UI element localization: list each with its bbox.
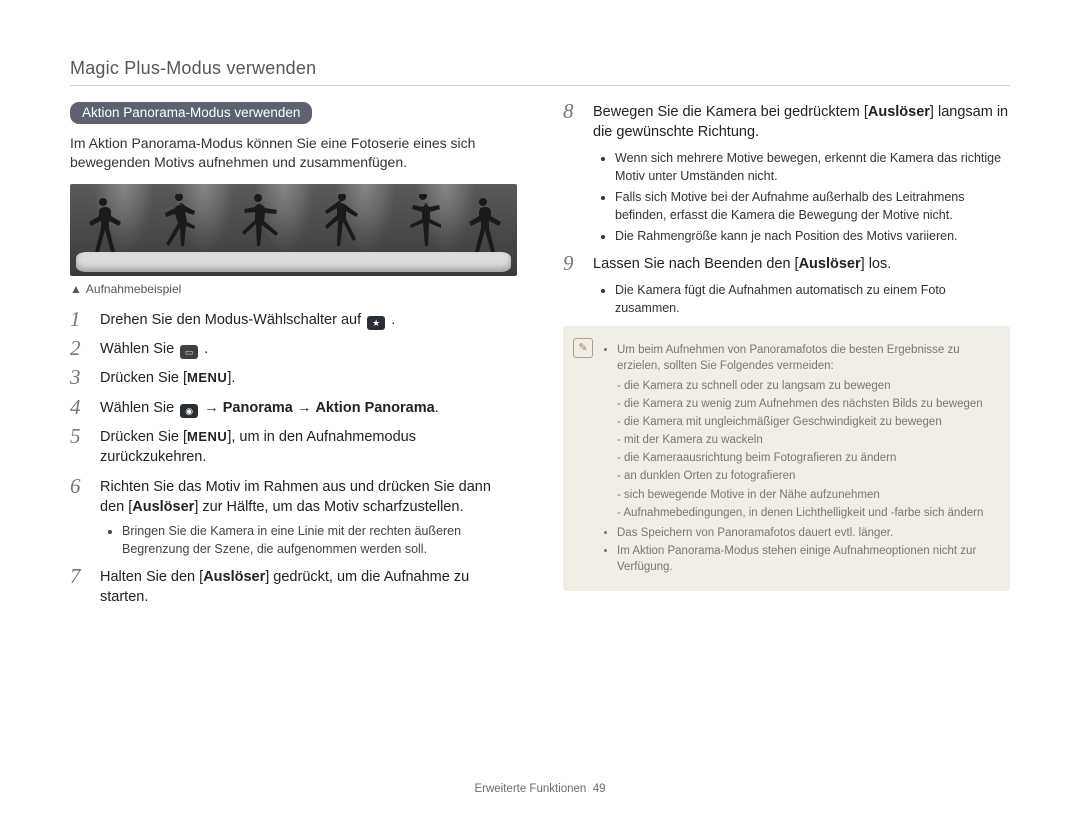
note-dash-item: an dunklen Orten zu fotografieren [617,468,996,484]
dancer-silhouette-icon [463,194,503,256]
note-icon: ✎ [573,338,593,358]
step-6-bullets: Bringen Sie die Kamera in eine Linie mit… [122,523,517,558]
note-lead: Um beim Aufnehmen von Panoramafotos die … [617,342,996,374]
step-8: Bewegen Sie die Kamera bei gedrücktem [A… [563,102,1010,245]
note-dash-item: die Kamera mit ungleichmäßiger Geschwind… [617,414,996,430]
dancer-silhouette-icon [159,194,199,256]
panorama-mode-icon: ▭ [180,345,198,359]
step-bold: Panorama [223,400,293,416]
step-text: Drehen Sie den Modus-Wählschalter auf [100,312,365,328]
step-6: Richten Sie das Motiv im Rahmen aus und … [70,477,517,559]
dancer-silhouette-icon [83,194,123,256]
caption-text: Aufnahmebeispiel [86,282,181,296]
manual-page: Magic Plus-Modus verwenden Aktion Panora… [0,0,1080,815]
step-4: Wählen Sie ◉ → Panorama → Aktion Panoram… [70,398,517,418]
note-dash-item: die Kameraausrichtung beim Fotografieren… [617,450,996,466]
step-2: Wählen Sie ▭ . [70,339,517,359]
steps-list-left: Drehen Sie den Modus-Wählschalter auf ★ … [70,310,517,608]
bullet-item: Wenn sich mehrere Motive bewegen, erkenn… [615,149,1010,185]
illustration-caption: ▲ Aufnahmebeispiel [70,282,517,296]
step-text: Wählen Sie [100,400,178,416]
note-body: Um beim Aufnehmen von Panoramafotos die … [603,338,996,579]
intro-text: Im Aktion Panorama-Modus können Sie eine… [70,134,517,172]
mode-dial-icon: ★ [367,316,385,330]
step-text: . [204,341,208,357]
step-text: ]. [227,370,235,386]
menu-button-label: MENU [187,428,227,446]
step-text: Bewegen Sie die Kamera bei gedrücktem [ [593,104,868,120]
right-column: Bewegen Sie die Kamera bei gedrücktem [A… [563,102,1010,617]
dancer-silhouette-icon [401,194,441,256]
step-text: . [391,312,395,328]
step-text: Halten Sie den [ [100,569,203,585]
footer-section: Erweiterte Funktionen [474,783,586,795]
illustration-floor [76,252,511,272]
step-text: Lassen Sie nach Beenden den [ [593,256,799,272]
note-dash-item: Aufnahmebedingungen, in denen Lichthelli… [617,505,996,521]
page-title: Magic Plus-Modus verwenden [70,58,1010,86]
note-dash-item: sich bewegende Motive in der Nähe aufzun… [617,487,996,503]
dancer-silhouette-icon [240,194,280,256]
note-dash-item: die Kamera zu wenig zum Aufnehmen des nä… [617,396,996,412]
note-box: ✎ Um beim Aufnehmen von Panoramafotos di… [563,326,1010,591]
menu-button-label: MENU [187,369,227,387]
note-extra-item: Das Speichern von Panoramafotos dauert e… [617,525,996,541]
step-3: Drücken Sie [MENU]. [70,368,517,388]
step-text: Drücken Sie [ [100,370,187,386]
bullet-item: Die Rahmengröße kann je nach Position de… [615,227,1010,245]
dancer-silhouette-icon [320,194,360,256]
step-bold: Auslöser [203,569,265,585]
step-9-bullets: Die Kamera fügt die Aufnahmen automatisc… [615,281,1010,317]
step-7: Halten Sie den [Auslöser] gedrückt, um d… [70,567,517,608]
caret-up-icon: ▲ [70,282,82,296]
bullet-item: Bringen Sie die Kamera in eine Linie mit… [122,523,517,558]
page-footer: Erweiterte Funktionen 49 [0,783,1080,795]
note-extra-item: Im Aktion Panorama-Modus stehen einige A… [617,543,996,575]
two-column-layout: Aktion Panorama-Modus verwenden Im Aktio… [70,102,1010,617]
step-text: . [435,400,439,416]
step-text: → [297,400,316,416]
step-bold: Auslöser [799,256,861,272]
step-bold: Aktion Panorama [315,400,434,416]
steps-list-right: Bewegen Sie die Kamera bei gedrücktem [A… [563,102,1010,317]
note-dash-item: die Kamera zu schnell oder zu langsam zu… [617,378,996,394]
step-text: ] los. [861,256,892,272]
left-column: Aktion Panorama-Modus verwenden Im Aktio… [70,102,517,617]
illustration-panorama [70,184,517,276]
step-text: → [204,400,223,416]
step-bold: Auslöser [868,104,930,120]
step-8-bullets: Wenn sich mehrere Motive bewegen, erkenn… [615,149,1010,246]
bullet-item: Falls sich Motive bei der Aufnahme außer… [615,188,1010,224]
step-bold: Auslöser [132,499,194,515]
bullet-item: Die Kamera fügt die Aufnahmen automatisc… [615,281,1010,317]
note-dash-item: mit der Kamera zu wackeln [617,432,996,448]
step-text: Drücken Sie [ [100,429,187,445]
step-1: Drehen Sie den Modus-Wählschalter auf ★ … [70,310,517,330]
step-9: Lassen Sie nach Beenden den [Auslöser] l… [563,254,1010,317]
step-text: ] zur Hälfte, um das Motiv scharfzustell… [194,499,463,515]
step-text: Wählen Sie [100,341,178,357]
camera-icon: ◉ [180,404,198,418]
step-5: Drücken Sie [MENU], um in den Aufnahmemo… [70,427,517,468]
footer-page-number: 49 [593,783,606,795]
section-pill: Aktion Panorama-Modus verwenden [70,102,312,124]
